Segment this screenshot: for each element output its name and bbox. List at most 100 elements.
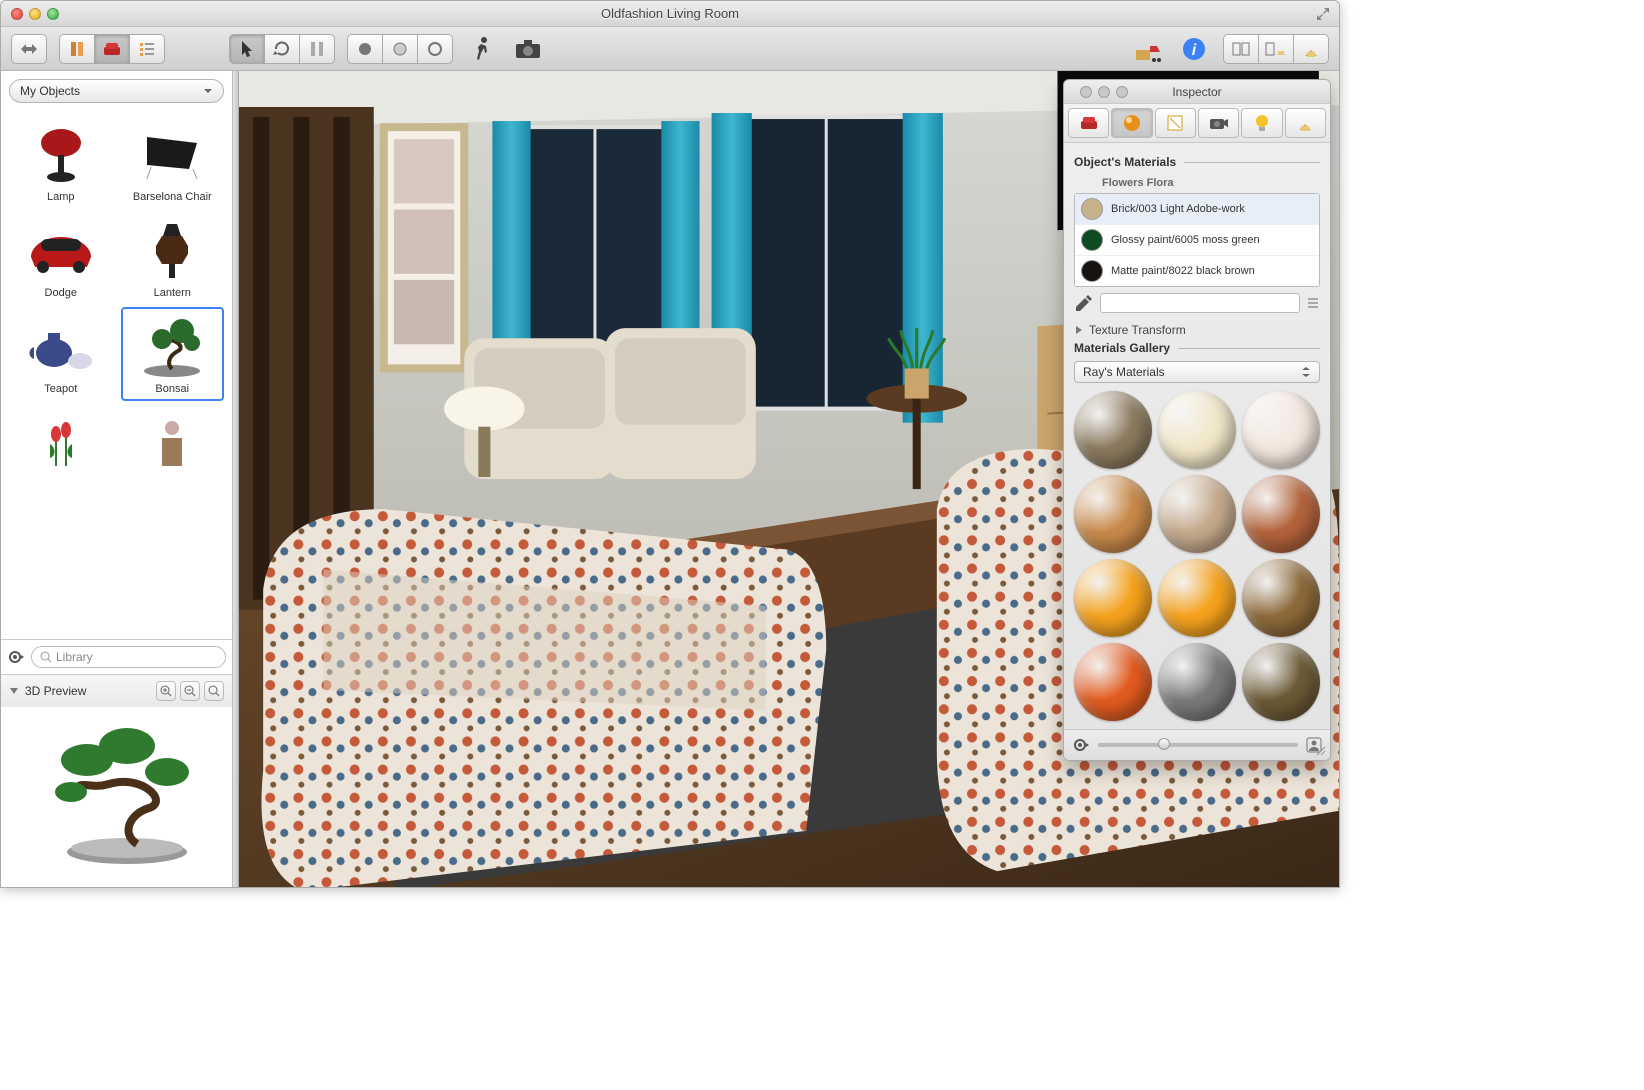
furniture-library-button[interactable] <box>94 34 130 64</box>
chevron-right-icon <box>1074 325 1083 335</box>
material-label: Matte paint/8022 black brown <box>1111 265 1255 277</box>
disclosure-triangle-icon[interactable] <box>9 686 19 696</box>
zoom-fit-button[interactable] <box>204 681 224 701</box>
section-gallery-header: Materials Gallery <box>1074 341 1320 355</box>
object-item-teapot[interactable]: Teapot <box>9 307 113 401</box>
wall-tool-button[interactable] <box>299 34 335 64</box>
gallery-material[interactable] <box>1242 643 1320 721</box>
menu-icon[interactable] <box>1306 296 1320 310</box>
gallery-material[interactable] <box>1158 559 1236 637</box>
sidebar: My Objects Lamp Barselona Chair Dodge <box>1 71 233 887</box>
maximize-icon[interactable] <box>1116 86 1128 98</box>
thumbnail-size-slider[interactable] <box>1098 743 1298 747</box>
building-library-button[interactable] <box>59 34 95 64</box>
object-item-lamp[interactable]: Lamp <box>9 115 113 209</box>
color-field[interactable] <box>1100 293 1300 313</box>
close-icon[interactable] <box>1080 86 1092 98</box>
section-materials-header: Object's Materials <box>1074 155 1320 169</box>
warehouse-button[interactable] <box>1131 32 1165 66</box>
gallery-material[interactable] <box>1242 475 1320 553</box>
snapshot-button[interactable] <box>511 32 545 66</box>
material-row[interactable]: Brick/003 Light Adobe-work <box>1075 194 1319 225</box>
dropdown-label: My Objects <box>20 84 80 98</box>
chevron-down-icon <box>203 86 213 96</box>
toggle-sidebar-button[interactable] <box>11 34 47 64</box>
tab-object[interactable] <box>1068 108 1109 138</box>
select-tool-button[interactable] <box>229 34 265 64</box>
texture-transform-label: Texture Transform <box>1089 323 1186 337</box>
material-label: Brick/003 Light Adobe-work <box>1111 203 1245 215</box>
object-label: Barselona Chair <box>133 191 212 203</box>
object-item-person[interactable] <box>121 403 225 485</box>
gallery-material[interactable] <box>1242 391 1320 469</box>
gallery-material[interactable] <box>1158 475 1236 553</box>
edit-tool-group <box>229 34 335 64</box>
gallery-material[interactable] <box>1074 475 1152 553</box>
gallery-material[interactable] <box>1158 391 1236 469</box>
objects-category-dropdown[interactable]: My Objects <box>9 79 224 103</box>
window-title: Oldfashion Living Room <box>1 6 1339 21</box>
object-item-lantern[interactable]: Lantern <box>121 211 225 305</box>
record-stop-button[interactable] <box>417 34 453 64</box>
material-swatch <box>1081 229 1103 251</box>
inspector-tabs <box>1064 104 1330 143</box>
toolbar: i <box>1 27 1339 71</box>
gallery-material[interactable] <box>1074 643 1152 721</box>
object-item-tulips[interactable] <box>9 403 113 485</box>
preview-header: 3D Preview <box>1 674 232 707</box>
record-outline-button[interactable] <box>382 34 418 64</box>
materials-list: Brick/003 Light Adobe-work Glossy paint/… <box>1074 193 1320 287</box>
tab-building[interactable] <box>1285 108 1326 138</box>
inspector-panel: Inspector Object's Materials Flowers Flo… <box>1063 79 1331 761</box>
material-label: Glossy paint/6005 moss green <box>1111 234 1260 246</box>
tab-lighting[interactable] <box>1241 108 1282 138</box>
object-item-dodge[interactable]: Dodge <box>9 211 113 305</box>
minimize-icon[interactable] <box>1098 86 1110 98</box>
library-search-input[interactable]: Library <box>31 646 226 668</box>
gallery-material[interactable] <box>1158 643 1236 721</box>
gear-icon[interactable] <box>7 648 25 666</box>
materials-gallery-grid <box>1074 391 1320 721</box>
library-mode-group <box>59 34 165 64</box>
tab-dimensions[interactable] <box>1155 108 1196 138</box>
material-swatch <box>1081 198 1103 220</box>
tab-materials[interactable] <box>1111 108 1152 138</box>
tab-camera[interactable] <box>1198 108 1239 138</box>
walk-mode-button[interactable] <box>465 32 499 66</box>
split-handle[interactable] <box>233 71 239 887</box>
object-item-bonsai[interactable]: Bonsai <box>121 307 225 401</box>
gallery-material[interactable] <box>1074 391 1152 469</box>
3d-view-button[interactable] <box>1293 34 1329 64</box>
2d-view-button[interactable] <box>1223 34 1259 64</box>
svg-text:i: i <box>1192 42 1197 59</box>
material-row[interactable]: Matte paint/8022 black brown <box>1075 256 1319 286</box>
material-row[interactable]: Glossy paint/6005 moss green <box>1075 225 1319 256</box>
rotate-tool-button[interactable] <box>264 34 300 64</box>
eyedropper-icon[interactable] <box>1074 293 1094 313</box>
gear-icon[interactable] <box>1072 736 1090 754</box>
2d3d-view-button[interactable] <box>1258 34 1294 64</box>
objects-panel: Lamp Barselona Chair Dodge Lantern <box>1 111 232 639</box>
gallery-material[interactable] <box>1074 559 1152 637</box>
preview-pane <box>1 707 232 887</box>
object-label: Lantern <box>154 287 191 299</box>
record-solid-button[interactable] <box>347 34 383 64</box>
info-button[interactable]: i <box>1177 32 1211 66</box>
list-library-button[interactable] <box>129 34 165 64</box>
titlebar: Oldfashion Living Room <box>1 1 1339 27</box>
object-item-chair[interactable]: Barselona Chair <box>121 115 225 209</box>
fullscreen-icon[interactable] <box>1315 6 1331 22</box>
zoom-out-button[interactable] <box>180 681 200 701</box>
gallery-category-dropdown[interactable]: Ray's Materials <box>1074 361 1320 383</box>
dropdown-label: Ray's Materials <box>1083 365 1165 379</box>
gallery-material[interactable] <box>1242 559 1320 637</box>
object-label: Bonsai <box>155 383 189 395</box>
texture-transform-disclosure[interactable]: Texture Transform <box>1074 323 1320 337</box>
search-placeholder: Library <box>56 650 93 664</box>
inspector-title: Inspector <box>1172 85 1221 99</box>
resize-grip-icon[interactable] <box>1314 744 1326 756</box>
object-label: Teapot <box>44 383 77 395</box>
zoom-in-button[interactable] <box>156 681 176 701</box>
selected-object-name: Flowers Flora <box>1074 175 1320 193</box>
record-group <box>347 34 453 64</box>
